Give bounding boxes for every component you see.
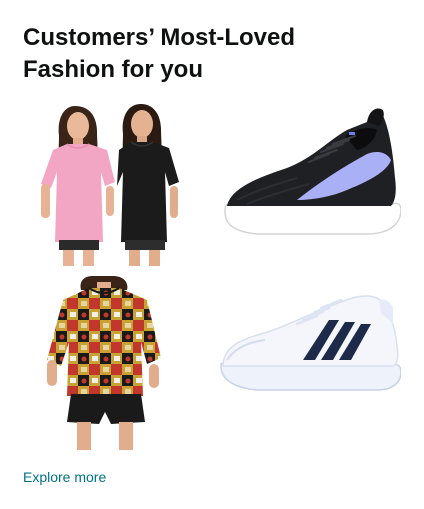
running-shoe-image [224, 108, 401, 235]
printed-tshirt-model-image [47, 276, 161, 450]
product-tile-running-shoe[interactable] [217, 92, 401, 266]
product-tile-oversized-tshirts[interactable] [23, 92, 207, 266]
product-tile-white-sneaker[interactable] [217, 276, 401, 450]
product-tile-printed-tshirt[interactable] [23, 276, 207, 450]
card-title-line-1: Customers’ Most-Loved [23, 24, 296, 51]
product-grid [23, 92, 401, 450]
card-title: Customers’ Most-Loved Fashion for you [23, 22, 403, 86]
white-sneaker-image [220, 295, 401, 391]
card-title-line-2: Fashion for you [23, 56, 203, 83]
explore-more-link[interactable]: Explore more [23, 467, 106, 487]
fashion-card: Customers’ Most-Loved Fashion for you Ex… [0, 0, 424, 509]
oversized-tshirt-models-image [41, 104, 179, 266]
